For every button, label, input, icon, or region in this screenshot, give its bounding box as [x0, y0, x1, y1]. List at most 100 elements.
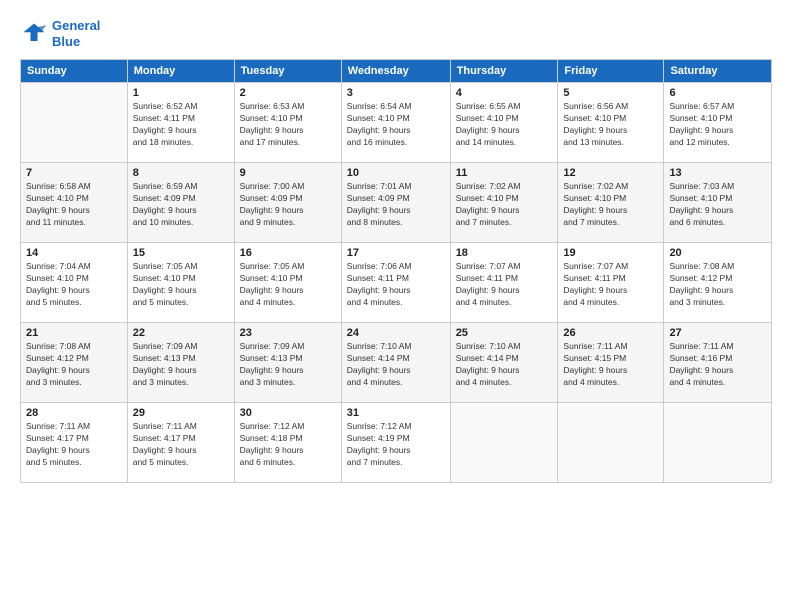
- day-number: 14: [26, 247, 122, 259]
- day-number: 4: [456, 87, 553, 99]
- day-info: Sunrise: 7:08 AM Sunset: 4:12 PM Dayligh…: [669, 261, 766, 309]
- calendar-cell: 11 Sunrise: 7:02 AM Sunset: 4:10 PM Dayli…: [450, 163, 558, 243]
- day-number: 7: [26, 167, 122, 179]
- day-info: Sunrise: 7:11 AM Sunset: 4:17 PM Dayligh…: [133, 421, 229, 469]
- day-number: 8: [133, 167, 229, 179]
- day-number: 10: [347, 167, 445, 179]
- day-number: 13: [669, 167, 766, 179]
- column-header-saturday: Saturday: [664, 60, 772, 83]
- day-number: 16: [240, 247, 336, 259]
- day-info: Sunrise: 6:56 AM Sunset: 4:10 PM Dayligh…: [563, 101, 658, 149]
- day-number: 20: [669, 247, 766, 259]
- calendar-cell: [664, 403, 772, 483]
- calendar-cell: 16 Sunrise: 7:05 AM Sunset: 4:10 PM Dayli…: [234, 243, 341, 323]
- calendar-week-row: 21Sunrise: 7:08 AM Sunset: 4:12 PM Dayli…: [21, 323, 772, 403]
- calendar-cell: 29 Sunrise: 7:11 AM Sunset: 4:17 PM Dayli…: [127, 403, 234, 483]
- day-number: 26: [563, 327, 658, 339]
- calendar-cell: [21, 83, 128, 163]
- calendar-cell: 14 Sunrise: 7:04 AM Sunset: 4:10 PM Dayli…: [21, 243, 128, 323]
- day-info: Sunrise: 7:05 AM Sunset: 4:10 PM Dayligh…: [240, 261, 336, 309]
- day-info: Sunrise: 7:07 AM Sunset: 4:11 PM Dayligh…: [456, 261, 553, 309]
- calendar-week-row: 14 Sunrise: 7:04 AM Sunset: 4:10 PM Dayli…: [21, 243, 772, 323]
- calendar-cell: 25Sunrise: 7:10 AM Sunset: 4:14 PM Dayli…: [450, 323, 558, 403]
- day-info: Sunrise: 7:12 AM Sunset: 4:19 PM Dayligh…: [347, 421, 445, 469]
- calendar-cell: 15 Sunrise: 7:05 AM Sunset: 4:10 PM Dayli…: [127, 243, 234, 323]
- page: General Blue SundayMondayTuesdayWednesda…: [0, 0, 792, 612]
- calendar-cell: 19 Sunrise: 7:07 AM Sunset: 4:11 PM Dayli…: [558, 243, 664, 323]
- calendar-table: SundayMondayTuesdayWednesdayThursdayFrid…: [20, 59, 772, 483]
- day-number: 3: [347, 87, 445, 99]
- day-number: 6: [669, 87, 766, 99]
- calendar-cell: 12 Sunrise: 7:02 AM Sunset: 4:10 PM Dayli…: [558, 163, 664, 243]
- calendar-cell: 20 Sunrise: 7:08 AM Sunset: 4:12 PM Dayli…: [664, 243, 772, 323]
- day-info: Sunrise: 7:05 AM Sunset: 4:10 PM Dayligh…: [133, 261, 229, 309]
- calendar-cell: 28Sunrise: 7:11 AM Sunset: 4:17 PM Dayli…: [21, 403, 128, 483]
- calendar-cell: 23Sunrise: 7:09 AM Sunset: 4:13 PM Dayli…: [234, 323, 341, 403]
- day-number: 27: [669, 327, 766, 339]
- day-number: 31: [347, 407, 445, 419]
- day-info: Sunrise: 7:03 AM Sunset: 4:10 PM Dayligh…: [669, 181, 766, 229]
- calendar-cell: 5Sunrise: 6:56 AM Sunset: 4:10 PM Daylig…: [558, 83, 664, 163]
- day-info: Sunrise: 7:07 AM Sunset: 4:11 PM Dayligh…: [563, 261, 658, 309]
- calendar-cell: 30Sunrise: 7:12 AM Sunset: 4:18 PM Dayli…: [234, 403, 341, 483]
- day-info: Sunrise: 6:57 AM Sunset: 4:10 PM Dayligh…: [669, 101, 766, 149]
- calendar-cell: 1Sunrise: 6:52 AM Sunset: 4:11 PM Daylig…: [127, 83, 234, 163]
- calendar-week-row: 28Sunrise: 7:11 AM Sunset: 4:17 PM Dayli…: [21, 403, 772, 483]
- day-info: Sunrise: 7:09 AM Sunset: 4:13 PM Dayligh…: [133, 341, 229, 389]
- day-info: Sunrise: 7:02 AM Sunset: 4:10 PM Dayligh…: [563, 181, 658, 229]
- calendar-cell: 4 Sunrise: 6:55 AM Sunset: 4:10 PM Daylig…: [450, 83, 558, 163]
- day-info: Sunrise: 7:11 AM Sunset: 4:15 PM Dayligh…: [563, 341, 658, 389]
- day-info: Sunrise: 6:58 AM Sunset: 4:10 PM Dayligh…: [26, 181, 122, 229]
- calendar-header-row: SundayMondayTuesdayWednesdayThursdayFrid…: [21, 60, 772, 83]
- logo-text: General Blue: [52, 18, 100, 49]
- calendar-cell: 31 Sunrise: 7:12 AM Sunset: 4:19 PM Dayli…: [341, 403, 450, 483]
- calendar-cell: 6 Sunrise: 6:57 AM Sunset: 4:10 PM Daylig…: [664, 83, 772, 163]
- day-info: Sunrise: 7:04 AM Sunset: 4:10 PM Dayligh…: [26, 261, 122, 309]
- day-info: Sunrise: 7:00 AM Sunset: 4:09 PM Dayligh…: [240, 181, 336, 229]
- day-number: 18: [456, 247, 553, 259]
- calendar-cell: 18 Sunrise: 7:07 AM Sunset: 4:11 PM Dayli…: [450, 243, 558, 323]
- day-number: 11: [456, 167, 553, 179]
- calendar-week-row: 7 Sunrise: 6:58 AM Sunset: 4:10 PM Daylig…: [21, 163, 772, 243]
- calendar-cell: 7 Sunrise: 6:58 AM Sunset: 4:10 PM Daylig…: [21, 163, 128, 243]
- calendar-cell: 13 Sunrise: 7:03 AM Sunset: 4:10 PM Dayli…: [664, 163, 772, 243]
- calendar-cell: [450, 403, 558, 483]
- column-header-wednesday: Wednesday: [341, 60, 450, 83]
- day-info: Sunrise: 7:11 AM Sunset: 4:16 PM Dayligh…: [669, 341, 766, 389]
- day-number: 9: [240, 167, 336, 179]
- day-number: 15: [133, 247, 229, 259]
- calendar-cell: 27 Sunrise: 7:11 AM Sunset: 4:16 PM Dayli…: [664, 323, 772, 403]
- column-header-friday: Friday: [558, 60, 664, 83]
- day-info: Sunrise: 7:10 AM Sunset: 4:14 PM Dayligh…: [347, 341, 445, 389]
- day-info: Sunrise: 7:02 AM Sunset: 4:10 PM Dayligh…: [456, 181, 553, 229]
- calendar-cell: 3Sunrise: 6:54 AM Sunset: 4:10 PM Daylig…: [341, 83, 450, 163]
- calendar-cell: 10 Sunrise: 7:01 AM Sunset: 4:09 PM Dayli…: [341, 163, 450, 243]
- day-number: 19: [563, 247, 658, 259]
- header: General Blue: [20, 18, 772, 49]
- calendar-cell: 24 Sunrise: 7:10 AM Sunset: 4:14 PM Dayli…: [341, 323, 450, 403]
- day-number: 2: [240, 87, 336, 99]
- day-info: Sunrise: 6:59 AM Sunset: 4:09 PM Dayligh…: [133, 181, 229, 229]
- calendar-cell: [558, 403, 664, 483]
- calendar-cell: 17 Sunrise: 7:06 AM Sunset: 4:11 PM Dayli…: [341, 243, 450, 323]
- calendar-week-row: 1Sunrise: 6:52 AM Sunset: 4:11 PM Daylig…: [21, 83, 772, 163]
- day-number: 29: [133, 407, 229, 419]
- day-info: Sunrise: 7:06 AM Sunset: 4:11 PM Dayligh…: [347, 261, 445, 309]
- day-number: 24: [347, 327, 445, 339]
- day-info: Sunrise: 7:01 AM Sunset: 4:09 PM Dayligh…: [347, 181, 445, 229]
- column-header-monday: Monday: [127, 60, 234, 83]
- day-info: Sunrise: 6:53 AM Sunset: 4:10 PM Dayligh…: [240, 101, 336, 149]
- day-number: 17: [347, 247, 445, 259]
- column-header-tuesday: Tuesday: [234, 60, 341, 83]
- day-info: Sunrise: 7:12 AM Sunset: 4:18 PM Dayligh…: [240, 421, 336, 469]
- day-info: Sunrise: 6:55 AM Sunset: 4:10 PM Dayligh…: [456, 101, 553, 149]
- day-info: Sunrise: 7:10 AM Sunset: 4:14 PM Dayligh…: [456, 341, 553, 389]
- day-number: 22: [133, 327, 229, 339]
- calendar-cell: 26 Sunrise: 7:11 AM Sunset: 4:15 PM Dayli…: [558, 323, 664, 403]
- day-info: Sunrise: 7:08 AM Sunset: 4:12 PM Dayligh…: [26, 341, 122, 389]
- day-number: 1: [133, 87, 229, 99]
- day-number: 12: [563, 167, 658, 179]
- calendar-cell: 22 Sunrise: 7:09 AM Sunset: 4:13 PM Dayli…: [127, 323, 234, 403]
- logo: General Blue: [20, 18, 100, 49]
- logo-icon: [20, 20, 48, 48]
